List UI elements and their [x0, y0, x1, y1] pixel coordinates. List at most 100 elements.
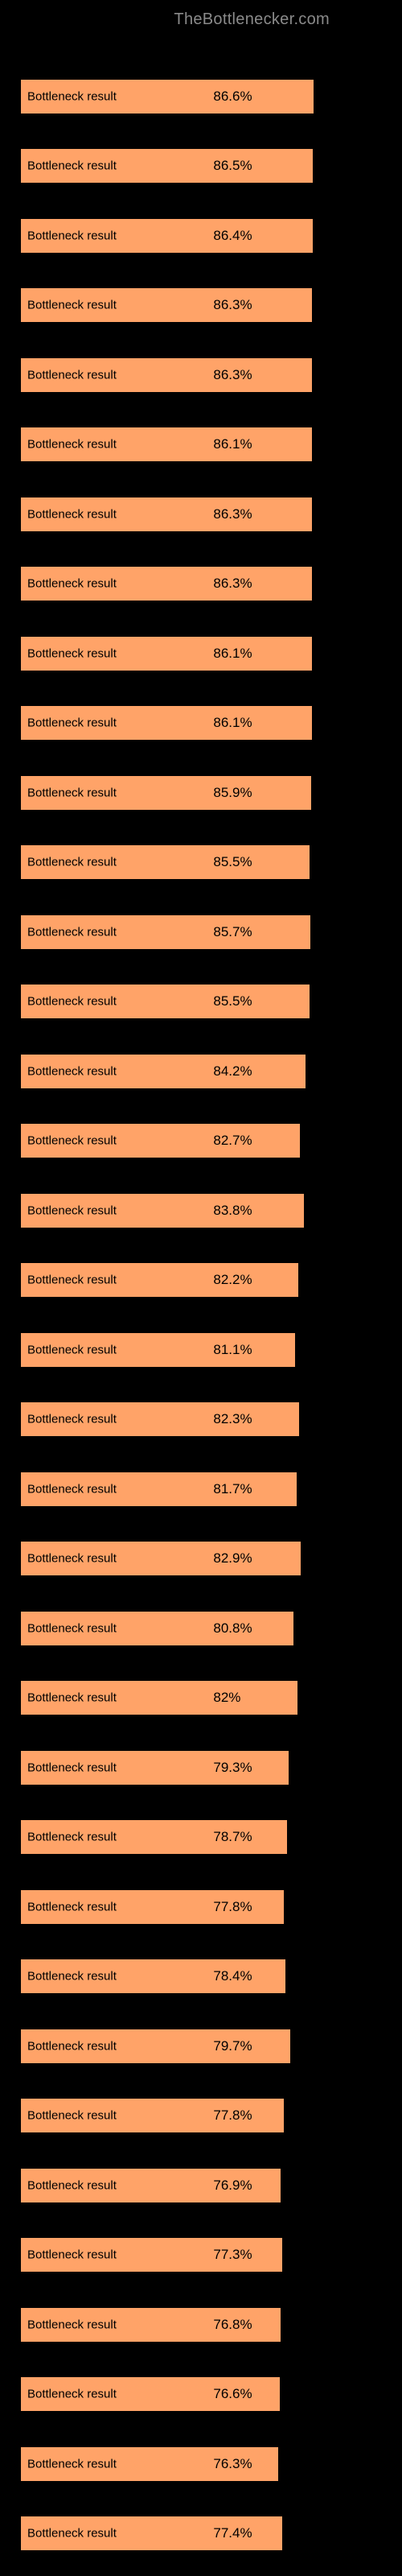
bar-track: Bottleneck result 78.4% [21, 1959, 359, 1993]
chart-row: Bottleneck result76.3% [0, 2411, 402, 2481]
bar-track: Bottleneck result76.8% [21, 2308, 359, 2342]
bar-series-label: Bottleneck result [27, 1203, 117, 1217]
chart-row: Bottleneck result 78.7% [0, 1785, 402, 1855]
bar-series-label: Bottleneck result [27, 1274, 117, 1287]
chart-row: Bottleneck result76.6% [0, 2342, 402, 2412]
bar: Bottleneck result82.2% [21, 1263, 298, 1297]
bar-track: Bottleneck result 86.3% [21, 497, 359, 531]
bar: Bottleneck result76.8% [21, 2308, 281, 2342]
bar: Bottleneck result 78.7% [21, 1820, 287, 1854]
bar-value-label: 79.7% [213, 2038, 252, 2054]
row-spacer [21, 2132, 381, 2169]
row-spacer [21, 2272, 381, 2308]
bar-track: Bottleneck result86.3% [21, 358, 359, 392]
chart-row: Bottleneck result79.7% [0, 1993, 402, 2063]
bar-value-label: 78.7% [213, 1829, 252, 1845]
bar-series-label: Bottleneck result [27, 646, 117, 660]
row-spacer [21, 1924, 381, 1960]
bar-value-label: 86.1% [213, 715, 252, 731]
bar-track: Bottleneck result76.9% [21, 2169, 359, 2202]
bar-value-label: 86.1% [213, 646, 252, 662]
row-spacer [21, 1088, 381, 1125]
bar-track: Bottleneck result85.7% [21, 915, 359, 949]
bar: Bottleneck result82.9% [21, 1542, 301, 1575]
bar: Bottleneck result79.7% [21, 2029, 290, 2063]
chart-row: Bottleneck result82% [0, 1645, 402, 1715]
bar: Bottleneck result81.1% [21, 1333, 295, 1367]
bar-track: Bottleneck result86.6% [21, 80, 359, 114]
bar: Bottleneck result 78.4% [21, 1959, 285, 1993]
bar-track: Bottleneck result77.3% [21, 2238, 359, 2272]
chart-row: Bottleneck result 80.8% [0, 1575, 402, 1645]
bar-value-label: 86.3% [213, 506, 252, 522]
row-spacer [21, 1715, 381, 1751]
bar-value-label: 86.1% [213, 436, 252, 452]
bar-track: Bottleneck result 78.7% [21, 1820, 359, 1854]
chart-row: Bottleneck result86.3% [0, 531, 402, 601]
chart-row: Bottleneck result83.8% [0, 1158, 402, 1228]
chart-row: Bottleneck result85.7% [0, 879, 402, 949]
bar-value-label: 81.7% [213, 1481, 252, 1497]
bar-track: Bottleneck result86.1% [21, 427, 359, 461]
row-spacer [21, 1785, 381, 1821]
bar-series-label: Bottleneck result [27, 577, 117, 591]
bar-value-label: 80.8% [213, 1620, 252, 1637]
bar: Bottleneck result83.8% [21, 1194, 304, 1228]
bar-series-label: Bottleneck result [27, 1761, 117, 1774]
bar-value-label: 86.6% [213, 89, 252, 105]
bar: Bottleneck result85.5% [21, 845, 310, 879]
chart-row: Bottleneck result79.3% [0, 1715, 402, 1785]
bar-track: Bottleneck result77.8% [21, 1890, 359, 1924]
bar-series-label: Bottleneck result [27, 299, 117, 312]
chart-row: Bottleneck result77.3% [0, 2202, 402, 2273]
chart-row: Bottleneck result 86.1% [0, 671, 402, 741]
bar-track: Bottleneck result77.4% [21, 2516, 359, 2550]
chart-row: Bottleneck result86.4% [0, 183, 402, 253]
bar-track: Bottleneck result81.1% [21, 1333, 359, 1367]
chart-row: Bottleneck result86.3% [0, 322, 402, 392]
bar: Bottleneck result76.6% [21, 2377, 280, 2411]
bar-value-label: 78.4% [213, 1968, 252, 1984]
bar: Bottleneck result86.1% [21, 427, 312, 461]
bar-series-label: Bottleneck result [27, 507, 117, 521]
bar-track: Bottleneck result76.3% [21, 2447, 359, 2481]
bar-value-label: 85.7% [213, 924, 252, 940]
bar-series-label: Bottleneck result [27, 2388, 117, 2401]
header: TheBottlenecker.com [0, 0, 402, 39]
bar-value-label: 77.8% [213, 2107, 252, 2124]
bar-value-label: 82% [213, 1690, 240, 1706]
bar-series-label: Bottleneck result [27, 1621, 117, 1635]
bar-value-label: 86.5% [213, 158, 252, 174]
bar-series-label: Bottleneck result [27, 1064, 117, 1078]
bar-track: Bottleneck result81.7% [21, 1472, 359, 1506]
chart-row: Bottleneck result 86.3% [0, 461, 402, 531]
bar-series-label: Bottleneck result [27, 1970, 117, 1984]
bar: Bottleneck result77.8% [21, 2099, 284, 2132]
row-spacer [21, 43, 381, 80]
bar: Bottleneck result86.3% [21, 567, 312, 601]
bar-value-label: 82.7% [213, 1133, 252, 1149]
bar: Bottleneck result77.4% [21, 2516, 282, 2550]
bar: Bottleneck result86.3% [21, 288, 312, 322]
row-spacer [21, 1158, 381, 1194]
bar-track: Bottleneck result 86.1% [21, 637, 359, 671]
chart-row: Bottleneck result77.8% [0, 1854, 402, 1924]
chart-row: Bottleneck result82.9% [0, 1506, 402, 1576]
bar-series-label: Bottleneck result [27, 159, 117, 173]
bar: Bottleneck result82.3% [21, 1402, 299, 1436]
chart-row: Bottleneck result82.3% [0, 1367, 402, 1437]
bar-series-label: Bottleneck result [27, 716, 117, 730]
bar-track: Bottleneck result76.6% [21, 2377, 359, 2411]
bar-value-label: 76.9% [213, 2178, 252, 2194]
bar-series-label: Bottleneck result [27, 1900, 117, 1913]
chart-row: Bottleneck result 86.1% [0, 601, 402, 671]
chart-row: Bottleneck result 78.4% [0, 1924, 402, 1994]
bar: Bottleneck result 80.8% [21, 1612, 293, 1645]
chart-row: Bottleneck result82.7% [0, 1088, 402, 1158]
chart-row: Bottleneck result85.5% [0, 949, 402, 1019]
bar-value-label: 84.2% [213, 1063, 252, 1080]
bar: Bottleneck result77.3% [21, 2238, 282, 2272]
bar: Bottleneck result 86.1% [21, 706, 312, 740]
chart-row: Bottleneck result 86.5% [0, 114, 402, 184]
bar-series-label: Bottleneck result [27, 1831, 117, 1844]
